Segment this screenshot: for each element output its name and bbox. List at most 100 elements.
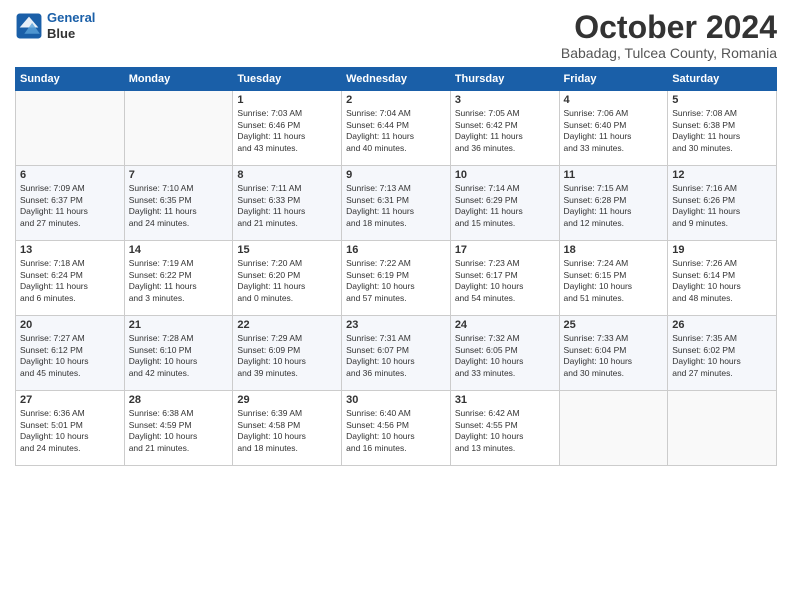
day-number: 6: [20, 169, 120, 181]
day-info: Sunrise: 7:33 AM Sunset: 6:04 PM Dayligh…: [564, 333, 664, 379]
day-info: Sunrise: 7:04 AM Sunset: 6:44 PM Dayligh…: [346, 108, 446, 154]
day-info: Sunrise: 7:32 AM Sunset: 6:05 PM Dayligh…: [455, 333, 555, 379]
day-number: 13: [20, 244, 120, 256]
day-info: Sunrise: 7:05 AM Sunset: 6:42 PM Dayligh…: [455, 108, 555, 154]
day-info: Sunrise: 7:20 AM Sunset: 6:20 PM Dayligh…: [237, 258, 337, 304]
day-number: 26: [672, 319, 772, 331]
header-row: SundayMondayTuesdayWednesdayThursdayFrid…: [16, 68, 777, 91]
day-info: Sunrise: 7:22 AM Sunset: 6:19 PM Dayligh…: [346, 258, 446, 304]
calendar-cell: 13 Sunrise: 7:18 AM Sunset: 6:24 PM Dayli…: [16, 241, 125, 316]
day-number: 2: [346, 94, 446, 106]
calendar-cell: 23Sunrise: 7:31 AM Sunset: 6:07 PM Dayli…: [342, 316, 451, 391]
day-info: Sunrise: 6:40 AM Sunset: 4:56 PM Dayligh…: [346, 408, 446, 454]
day-info: Sunrise: 7:35 AM Sunset: 6:02 PM Dayligh…: [672, 333, 772, 379]
day-number: 16: [346, 244, 446, 256]
day-number: 7: [129, 169, 229, 181]
day-number: 23: [346, 319, 446, 331]
day-number: 12: [672, 169, 772, 181]
day-number: 20: [20, 319, 120, 331]
day-number: 3: [455, 94, 555, 106]
day-number: 8: [237, 169, 337, 181]
calendar-cell: 10Sunrise: 7:14 AM Sunset: 6:29 PM Dayli…: [450, 166, 559, 241]
calendar-cell: 28 Sunrise: 6:38 AM Sunset: 4:59 PM Dayli…: [124, 391, 233, 466]
day-info: Sunrise: 7:10 AM Sunset: 6:35 PM Dayligh…: [129, 183, 229, 229]
calendar-cell: 16 Sunrise: 7:22 AM Sunset: 6:19 PM Dayli…: [342, 241, 451, 316]
day-number: 1: [237, 94, 337, 106]
week-row-1: 6 Sunrise: 7:09 AM Sunset: 6:37 PM Daylig…: [16, 166, 777, 241]
logo: General Blue: [15, 10, 95, 41]
calendar-cell: 19Sunrise: 7:26 AM Sunset: 6:14 PM Dayli…: [668, 241, 777, 316]
header-day-tuesday: Tuesday: [233, 68, 342, 91]
calendar-table: SundayMondayTuesdayWednesdayThursdayFrid…: [15, 67, 777, 466]
day-info: Sunrise: 7:06 AM Sunset: 6:40 PM Dayligh…: [564, 108, 664, 154]
day-info: Sunrise: 7:13 AM Sunset: 6:31 PM Dayligh…: [346, 183, 446, 229]
page: General Blue October 2024 Babadag, Tulce…: [0, 0, 792, 612]
calendar-cell: 9 Sunrise: 7:13 AM Sunset: 6:31 PM Daylig…: [342, 166, 451, 241]
day-info: Sunrise: 7:11 AM Sunset: 6:33 PM Dayligh…: [237, 183, 337, 229]
day-number: 27: [20, 394, 120, 406]
calendar-cell: [559, 391, 668, 466]
calendar-cell: 31 Sunrise: 6:42 AM Sunset: 4:55 PM Dayli…: [450, 391, 559, 466]
calendar-cell: 3 Sunrise: 7:05 AM Sunset: 6:42 PM Daylig…: [450, 91, 559, 166]
day-info: Sunrise: 7:27 AM Sunset: 6:12 PM Dayligh…: [20, 333, 120, 379]
day-info: Sunrise: 7:09 AM Sunset: 6:37 PM Dayligh…: [20, 183, 120, 229]
day-info: Sunrise: 6:39 AM Sunset: 4:58 PM Dayligh…: [237, 408, 337, 454]
day-number: 22: [237, 319, 337, 331]
day-number: 28: [129, 394, 229, 406]
header-day-saturday: Saturday: [668, 68, 777, 91]
header-day-wednesday: Wednesday: [342, 68, 451, 91]
day-number: 14: [129, 244, 229, 256]
calendar-cell: 18Sunrise: 7:24 AM Sunset: 6:15 PM Dayli…: [559, 241, 668, 316]
day-info: Sunrise: 7:16 AM Sunset: 6:26 PM Dayligh…: [672, 183, 772, 229]
day-number: 31: [455, 394, 555, 406]
day-number: 18: [564, 244, 664, 256]
calendar-cell: 25 Sunrise: 7:33 AM Sunset: 6:04 PM Dayli…: [559, 316, 668, 391]
calendar-cell: 8 Sunrise: 7:11 AM Sunset: 6:33 PM Daylig…: [233, 166, 342, 241]
day-info: Sunrise: 7:14 AM Sunset: 6:29 PM Dayligh…: [455, 183, 555, 229]
day-info: Sunrise: 7:19 AM Sunset: 6:22 PM Dayligh…: [129, 258, 229, 304]
day-number: 21: [129, 319, 229, 331]
header-day-monday: Monday: [124, 68, 233, 91]
calendar-cell: 14 Sunrise: 7:19 AM Sunset: 6:22 PM Dayli…: [124, 241, 233, 316]
calendar-cell: 17 Sunrise: 7:23 AM Sunset: 6:17 PM Dayli…: [450, 241, 559, 316]
calendar-cell: 30 Sunrise: 6:40 AM Sunset: 4:56 PM Dayli…: [342, 391, 451, 466]
calendar-cell: 29Sunrise: 6:39 AM Sunset: 4:58 PM Dayli…: [233, 391, 342, 466]
day-info: Sunrise: 7:15 AM Sunset: 6:28 PM Dayligh…: [564, 183, 664, 229]
calendar-cell: [668, 391, 777, 466]
day-info: Sunrise: 7:18 AM Sunset: 6:24 PM Dayligh…: [20, 258, 120, 304]
week-row-2: 13 Sunrise: 7:18 AM Sunset: 6:24 PM Dayli…: [16, 241, 777, 316]
calendar-cell: [16, 91, 125, 166]
calendar-cell: 7 Sunrise: 7:10 AM Sunset: 6:35 PM Daylig…: [124, 166, 233, 241]
day-info: Sunrise: 7:03 AM Sunset: 6:46 PM Dayligh…: [237, 108, 337, 154]
calendar-cell: 1 Sunrise: 7:03 AM Sunset: 6:46 PM Daylig…: [233, 91, 342, 166]
day-number: 11: [564, 169, 664, 181]
header-day-friday: Friday: [559, 68, 668, 91]
day-number: 24: [455, 319, 555, 331]
day-number: 30: [346, 394, 446, 406]
header-day-sunday: Sunday: [16, 68, 125, 91]
calendar-cell: 26 Sunrise: 7:35 AM Sunset: 6:02 PM Dayli…: [668, 316, 777, 391]
day-info: Sunrise: 6:36 AM Sunset: 5:01 PM Dayligh…: [20, 408, 120, 454]
month-title: October 2024: [561, 10, 777, 45]
calendar-cell: 11 Sunrise: 7:15 AM Sunset: 6:28 PM Dayli…: [559, 166, 668, 241]
day-info: Sunrise: 6:42 AM Sunset: 4:55 PM Dayligh…: [455, 408, 555, 454]
calendar-cell: 6 Sunrise: 7:09 AM Sunset: 6:37 PM Daylig…: [16, 166, 125, 241]
day-number: 9: [346, 169, 446, 181]
day-number: 25: [564, 319, 664, 331]
day-info: Sunrise: 6:38 AM Sunset: 4:59 PM Dayligh…: [129, 408, 229, 454]
calendar-cell: 15 Sunrise: 7:20 AM Sunset: 6:20 PM Dayli…: [233, 241, 342, 316]
day-number: 17: [455, 244, 555, 256]
logo-icon: [15, 12, 43, 40]
title-block: October 2024 Babadag, Tulcea County, Rom…: [561, 10, 777, 61]
day-info: Sunrise: 7:23 AM Sunset: 6:17 PM Dayligh…: [455, 258, 555, 304]
week-row-0: 1 Sunrise: 7:03 AM Sunset: 6:46 PM Daylig…: [16, 91, 777, 166]
day-number: 15: [237, 244, 337, 256]
logo-text: General Blue: [47, 10, 95, 41]
header-day-thursday: Thursday: [450, 68, 559, 91]
calendar-cell: 2 Sunrise: 7:04 AM Sunset: 6:44 PM Daylig…: [342, 91, 451, 166]
day-number: 4: [564, 94, 664, 106]
week-row-3: 20 Sunrise: 7:27 AM Sunset: 6:12 PM Dayli…: [16, 316, 777, 391]
calendar-cell: 5Sunrise: 7:08 AM Sunset: 6:38 PM Daylig…: [668, 91, 777, 166]
calendar-cell: [124, 91, 233, 166]
location-subtitle: Babadag, Tulcea County, Romania: [561, 45, 777, 61]
